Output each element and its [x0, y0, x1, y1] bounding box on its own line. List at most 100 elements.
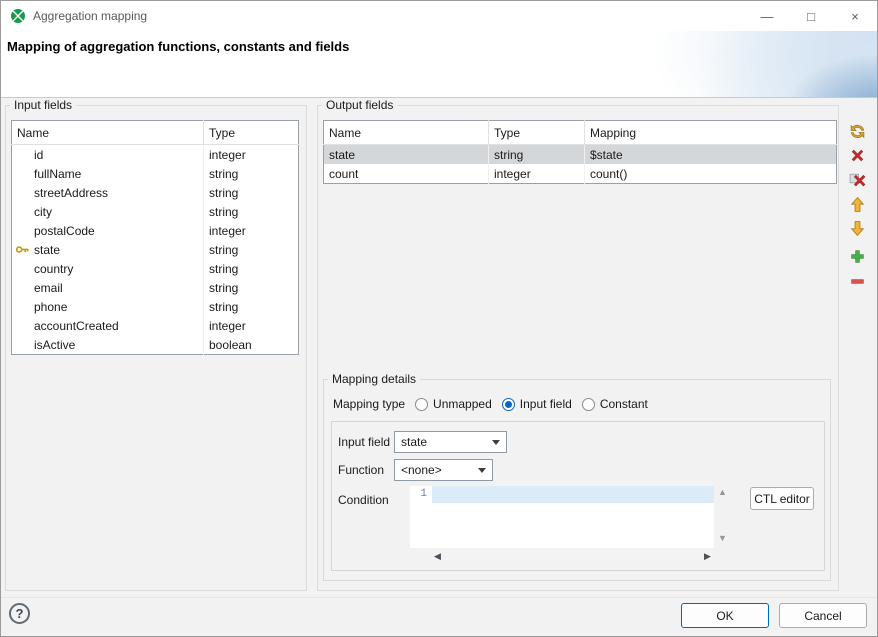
- question-icon: ?: [16, 606, 24, 621]
- column-header-name[interactable]: Name: [12, 121, 204, 145]
- column-header-name[interactable]: Name: [324, 121, 489, 145]
- field-type-cell: string: [204, 240, 299, 259]
- table-row[interactable]: email string: [12, 278, 299, 297]
- table-header-row: Name Type: [12, 121, 299, 145]
- close-button[interactable]: ×: [833, 1, 877, 31]
- minimize-icon: —: [761, 9, 774, 24]
- radio-icon: [415, 398, 428, 411]
- field-name-cell: streetAddress: [12, 183, 204, 202]
- minimize-button[interactable]: —: [745, 1, 789, 31]
- dialog-heading: Mapping of aggregation functions, consta…: [7, 39, 349, 54]
- scroll-down-icon[interactable]: ▼: [718, 534, 727, 543]
- field-type-cell: integer: [204, 221, 299, 240]
- chevron-down-icon: [492, 440, 500, 445]
- field-type-cell: string: [204, 164, 299, 183]
- horizontal-scrollbar[interactable]: [432, 550, 714, 562]
- table-row[interactable]: country string: [12, 259, 299, 278]
- field-type-cell: integer: [204, 316, 299, 335]
- move-up-button[interactable]: [849, 196, 867, 214]
- mapping-details-label: Mapping details: [328, 372, 420, 386]
- close-icon: ×: [851, 9, 859, 24]
- ctl-editor-button[interactable]: CTL editor: [750, 487, 814, 510]
- combobox-value: <none>: [401, 463, 442, 477]
- condition-label: Condition: [338, 493, 389, 507]
- cancel-mapping-icon: [849, 147, 866, 164]
- field-name-cell: city: [12, 202, 204, 221]
- help-button[interactable]: ?: [9, 603, 30, 624]
- cancel-all-mappings-icon: [849, 170, 866, 187]
- table-header-row: Name Type Mapping: [324, 121, 837, 145]
- cancel-button[interactable]: Cancel: [779, 603, 867, 628]
- add-field-button[interactable]: [849, 248, 867, 266]
- table-row[interactable]: accountCreated integer: [12, 316, 299, 335]
- add-field-icon: [849, 248, 866, 265]
- table-row[interactable]: isActive boolean: [12, 335, 299, 355]
- table-row[interactable]: state string $state: [324, 145, 837, 165]
- field-name-text: state: [34, 243, 60, 257]
- combobox-value: state: [401, 435, 427, 449]
- move-down-button[interactable]: [849, 220, 867, 238]
- table-row[interactable]: city string: [12, 202, 299, 221]
- radio-icon: [582, 398, 595, 411]
- field-name-cell: country: [12, 259, 204, 278]
- remove-field-icon: [849, 273, 866, 290]
- header-gradient: [537, 31, 877, 97]
- move-up-icon: [849, 196, 866, 213]
- column-header-mapping[interactable]: Mapping: [585, 121, 837, 145]
- column-header-type[interactable]: Type: [204, 121, 299, 145]
- table-row[interactable]: count integer count(): [324, 164, 837, 184]
- field-mapping-cell: count(): [585, 164, 837, 184]
- input-fields-label: Input fields: [10, 98, 76, 112]
- scroll-right-icon[interactable]: ▶: [704, 552, 711, 561]
- mapping-type-label: Mapping type: [333, 397, 405, 411]
- ok-button[interactable]: OK: [681, 603, 769, 628]
- output-fields-label: Output fields: [322, 98, 397, 112]
- input-field-combobox[interactable]: state: [394, 431, 507, 453]
- field-type-cell: string: [204, 183, 299, 202]
- field-name-cell: postalCode: [12, 221, 204, 240]
- cancel-mapping-button[interactable]: [849, 147, 867, 165]
- field-type-cell: string: [489, 145, 585, 165]
- column-header-type[interactable]: Type: [489, 121, 585, 145]
- table-row[interactable]: streetAddress string: [12, 183, 299, 202]
- mapping-details-box: Input field state Function <none> Condit…: [331, 421, 825, 571]
- field-name-cell: email: [12, 278, 204, 297]
- field-name-cell: state: [12, 240, 204, 259]
- table-row[interactable]: id integer: [12, 145, 299, 165]
- mapping-type-row: Mapping type Unmapped Input field Consta…: [333, 396, 648, 412]
- cancel-all-mappings-button[interactable]: [849, 170, 867, 188]
- table-row[interactable]: postalCode integer: [12, 221, 299, 240]
- field-name-cell: accountCreated: [12, 316, 204, 335]
- scroll-left-icon[interactable]: ◀: [434, 552, 441, 561]
- radio-label: Input field: [520, 397, 572, 411]
- field-type-cell: boolean: [204, 335, 299, 355]
- field-type-cell: integer: [204, 145, 299, 165]
- remove-field-button[interactable]: [849, 273, 867, 291]
- maximize-button[interactable]: □: [789, 1, 833, 31]
- table-row[interactable]: fullName string: [12, 164, 299, 183]
- line-number: 1: [420, 488, 427, 500]
- header-separator: [1, 97, 877, 98]
- table-row[interactable]: phone string: [12, 297, 299, 316]
- table-row[interactable]: state string: [12, 240, 299, 259]
- window-title: Aggregation mapping: [33, 9, 147, 23]
- output-fields-table: Name Type Mapping state string $state co…: [323, 120, 837, 184]
- field-type-cell: string: [204, 259, 299, 278]
- radio-label: Unmapped: [433, 397, 492, 411]
- dialog-header: Mapping of aggregation functions, consta…: [1, 31, 877, 97]
- function-combobox[interactable]: <none>: [394, 459, 493, 481]
- chevron-down-icon: [478, 468, 486, 473]
- field-name-cell: isActive: [12, 335, 204, 355]
- radio-icon: [502, 398, 515, 411]
- field-name-cell: fullName: [12, 164, 204, 183]
- field-mapping-cell: $state: [585, 145, 837, 165]
- condition-editor[interactable]: 1: [410, 486, 714, 548]
- line-number-gutter: 1: [410, 486, 432, 548]
- radio-input-field[interactable]: Input field: [502, 397, 572, 411]
- scroll-up-icon[interactable]: ▲: [718, 488, 727, 497]
- radio-label: Constant: [600, 397, 648, 411]
- radio-unmapped[interactable]: Unmapped: [415, 397, 492, 411]
- field-type-cell: string: [204, 297, 299, 316]
- auto-map-button[interactable]: [849, 123, 867, 141]
- radio-constant[interactable]: Constant: [582, 397, 648, 411]
